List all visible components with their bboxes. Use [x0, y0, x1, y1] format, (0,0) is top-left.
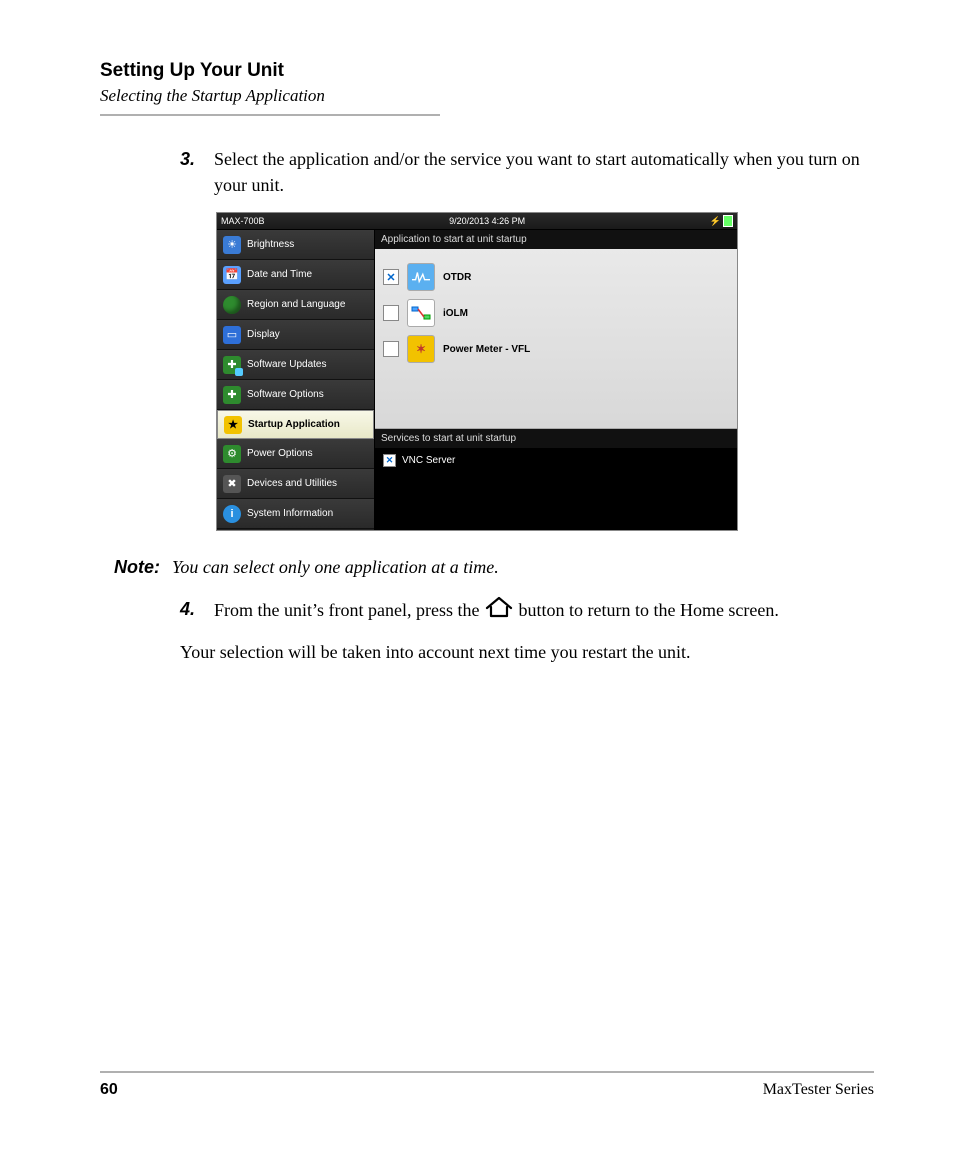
app-row-power-meter-vfl[interactable]: ✶ Power Meter - VFL [383, 335, 729, 363]
sidebar-label: Devices and Utilities [247, 478, 337, 489]
sidebar-label: Brightness [247, 239, 294, 250]
checkbox-otdr[interactable]: ✕ [383, 269, 399, 285]
device-model: MAX-700B [221, 216, 265, 226]
step4-pre: From the unit’s front panel, press the [214, 600, 484, 620]
note-label: Note: [100, 557, 160, 578]
home-icon [484, 596, 514, 625]
section-subtitle: Selecting the Startup Application [100, 86, 874, 106]
sidebar-item-display[interactable]: ▭ Display [217, 320, 374, 350]
statusbar: MAX-700B 9/20/2013 4:26 PM ⚡ [217, 213, 737, 230]
apps-panel: ✕ OTDR [375, 249, 737, 429]
step-3: 3. Select the application and/or the ser… [180, 146, 874, 198]
globe-icon [223, 296, 241, 314]
otdr-icon [407, 263, 435, 291]
battery-icon [723, 215, 733, 227]
page-number: 60 [100, 1081, 118, 1099]
header-divider [100, 114, 440, 116]
step-4: 4. From the unit’s front panel, press th… [180, 596, 874, 625]
sidebar-item-devices-utilities[interactable]: ✖ Devices and Utilities [217, 469, 374, 499]
options-icon: ✚ [223, 386, 241, 404]
sidebar-item-date-time[interactable]: 📅 Date and Time [217, 260, 374, 290]
brightness-icon: ☀ [223, 236, 241, 254]
charge-icon: ⚡ [710, 216, 721, 227]
service-label: VNC Server [402, 455, 455, 466]
sidebar-label: Power Options [247, 448, 313, 459]
sidebar-label: Startup Application [248, 419, 340, 430]
step-number: 3. [180, 146, 214, 198]
power-meter-icon: ✶ [407, 335, 435, 363]
sidebar-label: Software Options [247, 389, 324, 400]
sidebar-item-region-language[interactable]: Region and Language [217, 290, 374, 320]
device-screenshot: MAX-700B 9/20/2013 4:26 PM ⚡ ☀ Brightnes… [216, 212, 738, 531]
step-number: 4. [180, 596, 214, 625]
sidebar-label: System Information [247, 508, 333, 519]
app-label: iOLM [443, 308, 468, 319]
updates-icon: ✚ [223, 356, 241, 374]
page-footer: 60 MaxTester Series [100, 1071, 874, 1099]
app-row-otdr[interactable]: ✕ OTDR [383, 263, 729, 291]
datetime: 9/20/2013 4:26 PM [265, 216, 710, 226]
note: Note: You can select only one applicatio… [100, 557, 874, 578]
sidebar-item-power-options[interactable]: ⚙ Power Options [217, 439, 374, 469]
step-text: From the unit’s front panel, press the b… [214, 596, 874, 625]
step4-post: button to return to the Home screen. [518, 600, 778, 620]
app-row-iolm[interactable]: iOLM [383, 299, 729, 327]
calendar-icon: 📅 [223, 266, 241, 284]
closing-text: Your selection will be taken into accoun… [180, 639, 874, 665]
sidebar-item-brightness[interactable]: ☀ Brightness [217, 230, 374, 260]
section-title: Setting Up Your Unit [100, 60, 874, 82]
sidebar-item-software-options[interactable]: ✚ Software Options [217, 380, 374, 410]
sidebar-item-system-information[interactable]: i System Information [217, 499, 374, 529]
apps-header: Application to start at unit startup [375, 230, 737, 249]
series-name: MaxTester Series [763, 1081, 874, 1099]
app-label: OTDR [443, 272, 471, 283]
note-text: You can select only one application at a… [172, 557, 499, 578]
info-icon: i [223, 505, 241, 523]
checkbox-iolm[interactable] [383, 305, 399, 321]
sidebar-label: Software Updates [247, 359, 327, 370]
checkbox-vnc-server[interactable]: ✕ [383, 454, 396, 467]
sidebar-item-software-updates[interactable]: ✚ Software Updates [217, 350, 374, 380]
checkbox-power-meter[interactable] [383, 341, 399, 357]
display-icon: ▭ [223, 326, 241, 344]
services-header: Services to start at unit startup [375, 429, 737, 448]
services-panel: ✕ VNC Server [375, 448, 737, 479]
tools-icon: ✖ [223, 475, 241, 493]
startup-icon: ★ [224, 416, 242, 434]
power-icon: ⚙ [223, 445, 241, 463]
sidebar-label: Display [247, 329, 280, 340]
sidebar-label: Region and Language [247, 299, 345, 310]
settings-sidebar: ☀ Brightness 📅 Date and Time Region and … [217, 230, 375, 530]
iolm-icon [407, 299, 435, 327]
step-text: Select the application and/or the servic… [214, 146, 874, 198]
sidebar-item-startup-application[interactable]: ★ Startup Application [217, 410, 374, 439]
content-pane: Application to start at unit startup ✕ O… [375, 230, 737, 530]
app-label: Power Meter - VFL [443, 344, 530, 355]
sidebar-label: Date and Time [247, 269, 312, 280]
